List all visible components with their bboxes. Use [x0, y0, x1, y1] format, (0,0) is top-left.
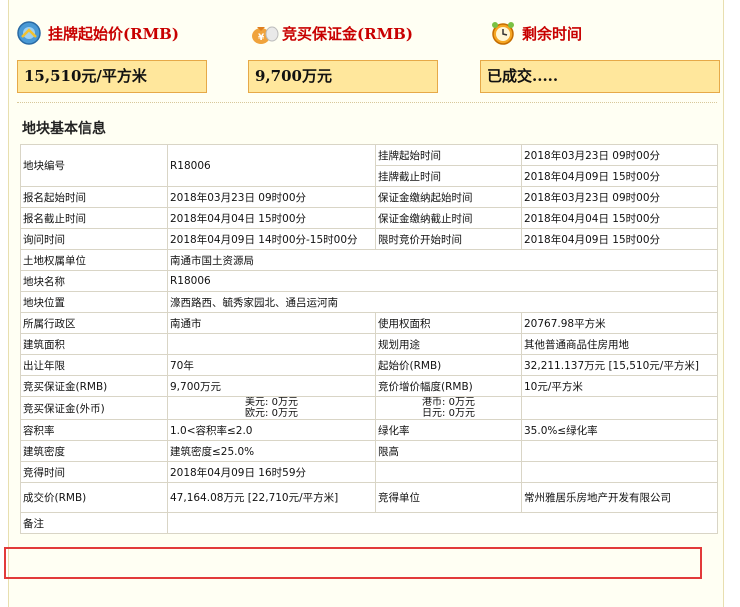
table-row: 地块编号 R18006 挂牌起始时间 2018年03月23日 09时00分 [20, 144, 718, 187]
field-value: 10元/平方米 [521, 375, 718, 397]
field-label: 保证金缴纳起始时间 [375, 186, 522, 208]
field-label: 土地权属单位 [20, 249, 168, 271]
field-value: 2018年04月09日 15时00分 [521, 165, 718, 187]
field-label: 容积率 [20, 419, 168, 441]
table-row: 报名起始时间 2018年03月23日 09时00分 保证金缴纳起始时间 2018… [20, 186, 718, 208]
start-price-header: 挂牌起始价(RMB) [16, 18, 179, 48]
field-value [521, 440, 718, 462]
field-value: 2018年04月09日 15时00分 [521, 228, 718, 250]
deposit-label: 竞买保证金(RMB) [282, 24, 413, 43]
alarm-clock-icon [490, 20, 516, 46]
field-label: 报名起始时间 [20, 186, 168, 208]
table-row: 报名截止时间 2018年04月04日 15时00分 保证金缴纳截止时间 2018… [20, 207, 718, 229]
field-label: 挂牌起始时间 [375, 144, 522, 166]
field-label: 询问时间 [20, 228, 168, 250]
field-value: R18006 [167, 144, 376, 187]
field-value: 南通市 [167, 312, 376, 334]
field-value [167, 512, 718, 534]
money-bag-icon: ¥ [250, 20, 279, 46]
table-row: 容积率 1.0<容积率≤2.0 绿化率 35.0%≤绿化率 [20, 419, 718, 441]
field-value: 2018年04月04日 15时00分 [521, 207, 718, 229]
start-price-value: 15,510元/平方米 [17, 60, 207, 93]
field-label: 竞买保证金(外币) [20, 396, 168, 420]
remaining-value: 已成交..... [480, 60, 720, 93]
table-row: 询问时间 2018年04月09日 14时00分-15时00分 限时竞价开始时间 … [20, 228, 718, 250]
winner-value: 常州雅居乐房地产开发有限公司 [521, 482, 718, 513]
hkd-value: 港币: 0万元 [422, 397, 475, 409]
field-label: 备注 [20, 512, 168, 534]
field-label: 绿化率 [375, 419, 522, 441]
field-label: 限时竞价开始时间 [375, 228, 522, 250]
field-value: 2018年04月04日 15时00分 [167, 207, 376, 229]
field-label: 出让年限 [20, 354, 168, 376]
field-value [375, 461, 522, 483]
field-value: 9,700万元 [167, 375, 376, 397]
deposit-value: 9,700万元 [248, 60, 438, 93]
parcel-info-table: 地块编号 R18006 挂牌起始时间 2018年03月23日 09时00分 挂牌… [20, 144, 718, 534]
section-title: 地块基本信息 [22, 121, 106, 137]
deal-price-value: 47,164.08万元 [22,710元/平方米] [167, 482, 376, 513]
table-row: 土地权属单位 南通市国土资源局 [20, 249, 718, 271]
table-row: 地块位置 濠西路西、毓秀家园北、通吕运河南 [20, 291, 718, 313]
table-row: 出让年限 70年 起始价(RMB) 32,211.137万元 [15,510元/… [20, 354, 718, 376]
field-label: 挂牌截止时间 [375, 165, 522, 187]
field-label: 限高 [375, 440, 522, 462]
deposit-header: ¥ 竞买保证金(RMB) [250, 18, 413, 48]
table-row: 竞买保证金(RMB) 9,700万元 竞价增价幅度(RMB) 10元/平方米 [20, 375, 718, 397]
field-label: 建筑面积 [20, 333, 168, 355]
field-value: R18006 [167, 270, 718, 292]
field-value [167, 333, 376, 355]
field-value: 其他普通商品住房用地 [521, 333, 718, 355]
field-value: 2018年03月23日 09时00分 [521, 144, 718, 166]
field-value: 2018年03月23日 09时00分 [167, 186, 376, 208]
table-row: 竞买保证金(外币) 美元: 0万元 欧元: 0万元 港币: 0万元 日元: 0万… [20, 396, 718, 420]
table-row: 备注 [20, 512, 718, 534]
table-row: 所属行政区 南通市 使用权面积 20767.98平方米 [20, 312, 718, 334]
field-label: 竞买保证金(RMB) [20, 375, 168, 397]
field-label: 保证金缴纳截止时间 [375, 207, 522, 229]
field-label: 成交价(RMB) [20, 482, 168, 513]
field-label: 使用权面积 [375, 312, 522, 334]
field-value: 濠西路西、毓秀家园北、通吕运河南 [167, 291, 718, 313]
field-value: 2018年04月09日 16时59分 [167, 461, 376, 483]
field-label: 起始价(RMB) [375, 354, 522, 376]
field-label: 竞得时间 [20, 461, 168, 483]
field-value: 建筑密度≤25.0% [167, 440, 376, 462]
field-value: 美元: 0万元 欧元: 0万元 [167, 396, 376, 420]
field-label: 报名截止时间 [20, 207, 168, 229]
table-row: 竞得时间 2018年04月09日 16时59分 [20, 461, 718, 483]
field-label: 地块名称 [20, 270, 168, 292]
remaining-label: 剩余时间 [522, 24, 583, 43]
field-label: 建筑密度 [20, 440, 168, 462]
field-value: 35.0%≤绿化率 [521, 419, 718, 441]
price-tag-icon [16, 20, 42, 46]
remaining-header: 剩余时间 [490, 18, 582, 48]
field-label: 竞价增价幅度(RMB) [375, 375, 522, 397]
table-row: 建筑密度 建筑密度≤25.0% 限高 [20, 440, 718, 462]
field-label: 竞得单位 [375, 482, 522, 513]
table-row: 成交价(RMB) 47,164.08万元 [22,710元/平方米] 竞得单位 … [20, 482, 718, 513]
start-price-label: 挂牌起始价(RMB) [48, 24, 179, 43]
field-value: 2018年03月23日 09时00分 [521, 186, 718, 208]
svg-text:¥: ¥ [258, 33, 265, 43]
field-value: 南通市国土资源局 [167, 249, 718, 271]
jpy-value: 日元: 0万元 [422, 408, 475, 419]
field-label: 所属行政区 [20, 312, 168, 334]
field-label: 规划用途 [375, 333, 522, 355]
usd-value: 美元: 0万元 [245, 397, 298, 409]
field-value: 港币: 0万元 日元: 0万元 [375, 396, 522, 420]
table-row: 建筑面积 规划用途 其他普通商品住房用地 [20, 333, 718, 355]
field-value: 70年 [167, 354, 376, 376]
table-row: 地块名称 R18006 [20, 270, 718, 292]
divider [17, 102, 717, 103]
field-value [521, 396, 718, 420]
field-value: 20767.98平方米 [521, 312, 718, 334]
field-value [521, 461, 718, 483]
field-label: 地块编号 [20, 144, 168, 187]
field-value: 1.0<容积率≤2.0 [167, 419, 376, 441]
field-value: 32,211.137万元 [15,510元/平方米] [521, 354, 718, 376]
eur-value: 欧元: 0万元 [245, 408, 298, 419]
field-value: 2018年04月09日 14时00分-15时00分 [167, 228, 376, 250]
field-label: 地块位置 [20, 291, 168, 313]
